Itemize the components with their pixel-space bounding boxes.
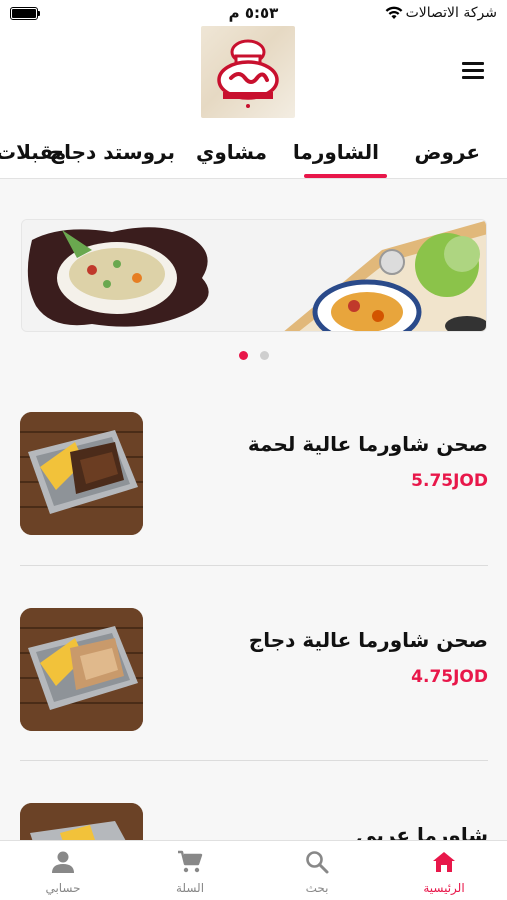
home-icon (433, 852, 455, 872)
item-divider (20, 565, 488, 566)
tab-offers[interactable]: عروض (415, 140, 480, 164)
cart-icon (178, 850, 203, 873)
tab-grills[interactable]: مشاوي (196, 140, 267, 164)
item-divider (20, 760, 488, 761)
user-icon (52, 851, 74, 873)
nav-account-label: حسابي (45, 881, 81, 895)
nav-home[interactable]: الرئيسية (381, 841, 507, 900)
menu-item[interactable]: صحن شاورما عالية دجاج 4.75JOD (20, 608, 488, 733)
item-image (20, 608, 143, 731)
carousel-dot[interactable] (260, 351, 269, 360)
item-name: صحن شاورما عالية دجاج (248, 628, 488, 652)
nav-search-label: بحث (305, 881, 329, 895)
nav-home-label: الرئيسية (423, 881, 465, 895)
nav-account[interactable]: حسابي (0, 841, 126, 900)
status-bar: ٥:٥٣ م شركة الاتصالات (0, 0, 507, 26)
banner-image (22, 220, 486, 331)
active-tab-indicator (304, 174, 387, 178)
carousel-dots (0, 351, 507, 361)
category-tabs: عروض الشاورما مشاوي بروستد دجاج مقبلات (0, 126, 507, 179)
nav-cart[interactable]: السلة (127, 841, 253, 900)
app-header (0, 26, 507, 126)
item-price: 5.75JOD (411, 471, 488, 491)
carousel-dot-active[interactable] (239, 351, 248, 360)
nav-search[interactable]: بحث (254, 841, 380, 900)
tab-broasted-chicken[interactable]: بروستد دجاج (50, 140, 175, 164)
restaurant-logo (201, 26, 295, 118)
tab-appetizers[interactable]: مقبلات (0, 140, 66, 164)
tab-shawarma[interactable]: الشاورما (293, 140, 379, 164)
nav-cart-label: السلة (175, 881, 205, 895)
item-image (20, 412, 143, 535)
item-price: 4.75JOD (411, 667, 488, 687)
wifi-icon (385, 6, 403, 19)
promo-banner[interactable] (21, 219, 487, 332)
search-icon (306, 851, 329, 874)
carrier-name: شركة الاتصالات (405, 5, 497, 21)
menu-item[interactable]: صحن شاورما عالية لحمة 5.75JOD (20, 412, 488, 537)
hamburger-menu-icon[interactable] (462, 62, 484, 80)
item-name: صحن شاورما عالية لحمة (247, 432, 488, 456)
logo-badge (217, 39, 279, 108)
bottom-navigation: الرئيسية بحث السلة حسابي (0, 840, 507, 900)
